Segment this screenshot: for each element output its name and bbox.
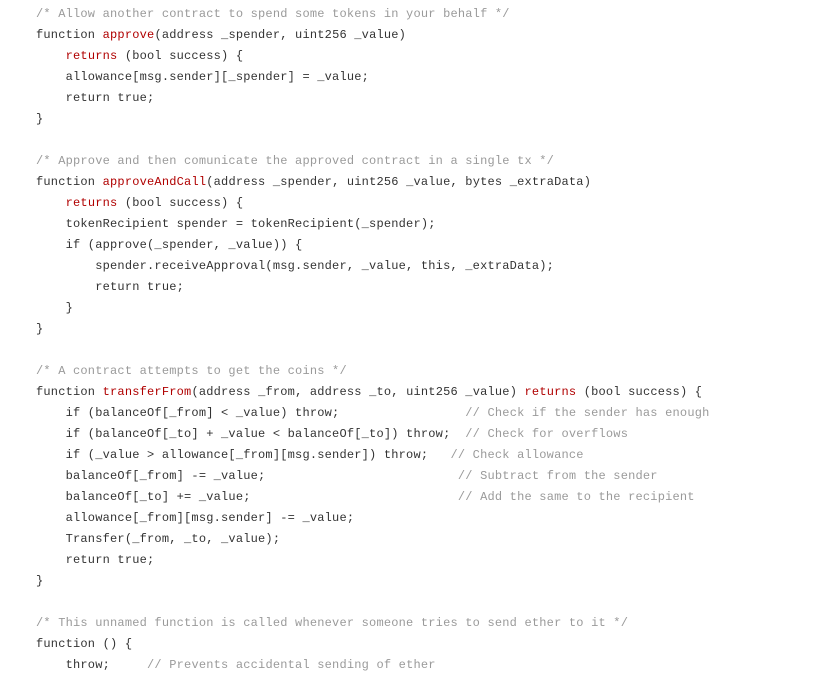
code-line: allowance[msg.sender][_spender] = _value… — [36, 70, 369, 84]
code-keyword: transferFrom — [103, 385, 192, 399]
code-line: /* A contract attempts to get the coins … — [36, 364, 347, 378]
code-text: if (approve(_spender, _value)) { — [36, 238, 302, 252]
code-comment: /* This unnamed function is called whene… — [36, 616, 628, 630]
code-keyword: approve — [103, 28, 155, 42]
code-text: } — [36, 301, 73, 315]
code-text: return true; — [36, 91, 154, 105]
code-line: return true; — [36, 91, 154, 105]
code-text: function () { — [36, 637, 132, 651]
code-text: Transfer(_from, _to, _value); — [36, 532, 280, 546]
code-text — [36, 196, 66, 210]
code-text: } — [36, 112, 43, 126]
code-text: function — [36, 175, 103, 189]
code-line: function approve(address _spender, uint2… — [36, 28, 406, 42]
code-comment: // Check for overflows — [465, 427, 628, 441]
code-text: if (balanceOf[_to] + _value < balanceOf[… — [36, 427, 465, 441]
code-comment: // Subtract from the sender — [458, 469, 658, 483]
code-comment: // Add the same to the recipient — [458, 490, 695, 504]
code-line: /* Allow another contract to spend some … — [36, 7, 510, 21]
code-text: return true; — [36, 553, 154, 567]
code-text: spender.receiveApproval(msg.sender, _val… — [36, 259, 554, 273]
code-line: throw; // Prevents accidental sending of… — [36, 658, 436, 672]
code-keyword: approveAndCall — [103, 175, 207, 189]
code-line: tokenRecipient spender = tokenRecipient(… — [36, 217, 436, 231]
code-text: return true; — [36, 280, 184, 294]
code-line: } — [36, 301, 73, 315]
code-text: balanceOf[_to] += _value; — [36, 490, 458, 504]
code-text: (address _spender, uint256 _value, bytes… — [206, 175, 591, 189]
code-line: if (balanceOf[_to] + _value < balanceOf[… — [36, 427, 628, 441]
code-comment: /* A contract attempts to get the coins … — [36, 364, 347, 378]
code-line: returns (bool success) { — [36, 49, 243, 63]
code-line: return true; — [36, 553, 154, 567]
code-text: (bool success) { — [117, 49, 243, 63]
code-text: allowance[_from][msg.sender] -= _value; — [36, 511, 354, 525]
code-text: (address _from, address _to, uint256 _va… — [191, 385, 524, 399]
code-line: function approveAndCall(address _spender… — [36, 175, 591, 189]
code-text: } — [36, 574, 43, 588]
code-line: } — [36, 574, 43, 588]
code-line: spender.receiveApproval(msg.sender, _val… — [36, 259, 554, 273]
code-line: } — [36, 322, 43, 336]
code-text — [36, 49, 66, 63]
code-text: (bool success) { — [117, 196, 243, 210]
code-text: if (_value > allowance[_from][msg.sender… — [36, 448, 450, 462]
code-line: if (approve(_spender, _value)) { — [36, 238, 302, 252]
code-line: /* Approve and then comunicate the appro… — [36, 154, 554, 168]
code-keyword: returns — [525, 385, 577, 399]
code-comment: // Check allowance — [450, 448, 583, 462]
code-comment: // Prevents accidental sending of ether — [147, 658, 436, 672]
code-text: throw; — [36, 658, 147, 672]
code-line: allowance[_from][msg.sender] -= _value; — [36, 511, 354, 525]
code-line: function () { — [36, 637, 132, 651]
code-keyword: returns — [66, 49, 118, 63]
code-line: if (balanceOf[_from] < _value) throw; //… — [36, 406, 710, 420]
code-text: } — [36, 322, 43, 336]
code-text: (bool success) { — [576, 385, 702, 399]
code-keyword: returns — [66, 196, 118, 210]
code-line: function transferFrom(address _from, add… — [36, 385, 702, 399]
code-comment: /* Approve and then comunicate the appro… — [36, 154, 554, 168]
code-text: if (balanceOf[_from] < _value) throw; — [36, 406, 465, 420]
code-line: if (_value > allowance[_from][msg.sender… — [36, 448, 584, 462]
code-text: allowance[msg.sender][_spender] = _value… — [36, 70, 369, 84]
code-line: Transfer(_from, _to, _value); — [36, 532, 280, 546]
code-text: function — [36, 28, 103, 42]
code-text: (address _spender, uint256 _value) — [154, 28, 406, 42]
code-line: returns (bool success) { — [36, 196, 243, 210]
code-block: /* Allow another contract to spend some … — [0, 0, 825, 676]
code-comment: /* Allow another contract to spend some … — [36, 7, 510, 21]
code-line: balanceOf[_from] -= _value; // Subtract … — [36, 469, 658, 483]
code-line: /* This unnamed function is called whene… — [36, 616, 628, 630]
code-comment: // Check if the sender has enough — [465, 406, 709, 420]
code-text: balanceOf[_from] -= _value; — [36, 469, 458, 483]
code-line: return true; — [36, 280, 184, 294]
code-line: } — [36, 112, 43, 126]
code-line: balanceOf[_to] += _value; // Add the sam… — [36, 490, 695, 504]
code-text: tokenRecipient spender = tokenRecipient(… — [36, 217, 436, 231]
code-text: function — [36, 385, 103, 399]
